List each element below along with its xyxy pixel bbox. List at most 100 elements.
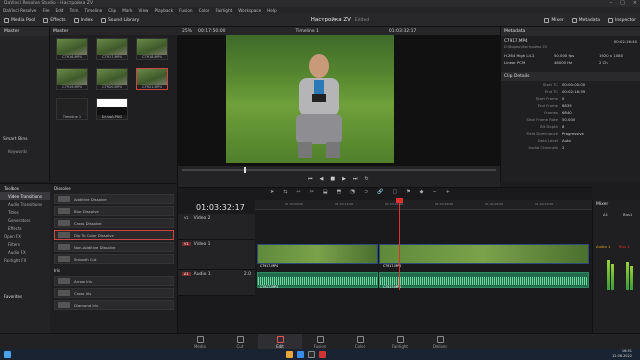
menu-item[interactable]: File xyxy=(42,8,49,13)
taskbar-app-icon[interactable] xyxy=(286,351,293,358)
zoom-level[interactable]: 25% xyxy=(182,29,192,34)
menu-item[interactable]: View xyxy=(139,8,149,13)
track-header-a1[interactable]: A1 Audio 1 2.0 xyxy=(178,270,255,296)
menu-item[interactable]: Color xyxy=(199,8,210,13)
metadata-header: Metadata xyxy=(501,27,640,36)
menu-item[interactable]: Fusion xyxy=(179,8,192,13)
mixer-button[interactable]: Mixer xyxy=(540,17,567,23)
menu-item[interactable]: Clip xyxy=(108,8,116,13)
snapping-icon[interactable]: ⊃ xyxy=(364,189,368,195)
insert-clip-icon[interactable]: ⬓ xyxy=(323,189,328,195)
keywords-bin[interactable]: Keywords xyxy=(8,149,27,154)
inspector-button[interactable]: Inspector xyxy=(604,17,640,23)
effects-category[interactable]: Audio FX xyxy=(0,248,50,256)
skip-forward-button[interactable]: ⏭ xyxy=(353,176,358,182)
menu-item[interactable]: Fairlight xyxy=(216,8,233,13)
scrub-bar[interactable] xyxy=(182,169,496,171)
transition-item[interactable]: Smooth Cut xyxy=(54,254,174,264)
minimize-button[interactable]: – xyxy=(610,0,613,7)
transition-item[interactable]: Non-Additive Dissolve xyxy=(54,242,174,252)
selection-tool-icon[interactable]: ➤ xyxy=(270,189,274,195)
menu-item[interactable]: Timeline xyxy=(84,8,102,13)
metadata-button[interactable]: Metadata xyxy=(568,17,604,23)
loop-button[interactable]: ↻ xyxy=(364,176,368,182)
page-tab-cut[interactable]: Cut xyxy=(218,334,262,350)
edit-index-button[interactable]: Index xyxy=(70,17,97,23)
effects-category[interactable]: Titles xyxy=(0,208,50,216)
page-tab-color[interactable]: Color xyxy=(338,334,382,350)
clip-thumbnail[interactable]: Timeline 1 xyxy=(56,98,88,120)
sound-library-button[interactable]: Sound Library xyxy=(97,17,143,23)
transition-item[interactable]: Blur Dissolve xyxy=(54,206,174,216)
transition-item[interactable]: Cross Dissolve xyxy=(54,218,174,228)
clip-thumbnail[interactable]: C7920.MP4 xyxy=(96,68,128,90)
timeline-name[interactable]: Timeline 1 xyxy=(295,29,318,34)
transition-item[interactable]: Additive Dissolve xyxy=(54,194,174,204)
position-lock-icon[interactable]: ▢ xyxy=(392,189,397,195)
transition-item[interactable]: Dip To Color Dissolve xyxy=(54,230,174,240)
clip-thumbnail[interactable]: C7918.MP4 xyxy=(136,38,168,60)
menu-item[interactable]: DaVinci Resolve xyxy=(3,8,36,13)
effects-category[interactable]: Video Transitions xyxy=(0,192,50,200)
toolbox-header[interactable]: Toolbox xyxy=(0,184,50,192)
transition-item[interactable]: Arrow Iris xyxy=(54,276,174,286)
skip-back-button[interactable]: ⏮ xyxy=(308,176,313,182)
transition-item[interactable]: Diamond Iris xyxy=(54,300,174,310)
page-tab-fairlight[interactable]: Fairlight xyxy=(378,334,422,350)
effects-button[interactable]: Effects xyxy=(39,17,69,23)
menu-item[interactable]: Mark xyxy=(122,8,132,13)
track-header-v1[interactable]: V1 Video 1 xyxy=(178,240,255,270)
page-tab-deliver[interactable]: Deliver xyxy=(418,334,462,350)
clip-thumbnail[interactable]: Белый.PNG xyxy=(96,98,128,120)
transition-item[interactable]: Cross Iris xyxy=(54,288,174,298)
media-pool-button[interactable]: Media Pool xyxy=(0,17,39,23)
track-header-v2[interactable]: V2 Video 2 xyxy=(178,214,255,240)
maximize-button[interactable]: □ xyxy=(620,0,625,7)
clock[interactable]: 16:51 12.06.2022 xyxy=(612,349,632,359)
marker-icon[interactable]: ◆ xyxy=(420,189,424,195)
clip-thumbnail[interactable]: C7921.MP4 xyxy=(136,68,168,90)
effects-category[interactable]: Effects xyxy=(0,224,50,232)
clip-thumbnail[interactable]: C7916.MP4 xyxy=(56,38,88,60)
stop-button[interactable]: ■ xyxy=(330,176,335,182)
video-clip[interactable] xyxy=(257,244,378,264)
dynamic-trim-icon[interactable]: ⇿ xyxy=(296,189,300,195)
menu-item[interactable]: Help xyxy=(267,8,277,13)
blade-tool-icon[interactable]: ✂ xyxy=(310,189,314,195)
clip-thumbnail[interactable]: C7919.MP4 xyxy=(56,68,88,90)
effects-category[interactable]: Fairlight FX xyxy=(0,256,50,264)
menu-item[interactable]: Playback xyxy=(154,8,173,13)
start-icon[interactable] xyxy=(4,351,11,358)
close-button[interactable]: × xyxy=(633,0,637,7)
audio-clip[interactable] xyxy=(379,272,589,288)
replace-clip-icon[interactable]: ⬔ xyxy=(350,189,355,195)
zoom-in-icon[interactable]: + xyxy=(446,189,450,195)
trim-tool-icon[interactable]: ⇆ xyxy=(283,189,287,195)
effects-category[interactable]: Filters xyxy=(0,240,50,248)
scrub-handle[interactable] xyxy=(244,167,246,173)
video-clip[interactable] xyxy=(379,244,589,264)
menu-item[interactable]: Edit xyxy=(55,8,63,13)
taskbar-app-icon[interactable] xyxy=(297,351,304,358)
effects-category[interactable]: Generators xyxy=(0,216,50,224)
overwrite-clip-icon[interactable]: ⬒ xyxy=(337,189,342,195)
master-bin[interactable]: Master xyxy=(0,27,49,36)
taskbar-app-icon[interactable] xyxy=(308,351,315,358)
taskbar-app-icon[interactable] xyxy=(319,351,326,358)
page-tab-media[interactable]: Media xyxy=(178,334,222,350)
playhead[interactable] xyxy=(399,200,400,290)
menu-item[interactable]: Trim xyxy=(70,8,79,13)
zoom-out-icon[interactable]: − xyxy=(433,189,437,195)
effects-category[interactable]: Open FX xyxy=(0,232,50,240)
page-tab-fusion[interactable]: Fusion xyxy=(298,334,342,350)
play-reverse-button[interactable]: ◀ xyxy=(320,176,324,182)
timeline-ruler[interactable]: 01:03:00:00 01:03:16:00 01:03:32:00 01:03:4… xyxy=(255,200,592,210)
menu-item[interactable]: Workspace xyxy=(238,8,261,13)
page-tab-edit[interactable]: Edit xyxy=(258,334,302,350)
linked-selection-icon[interactable]: 🔗 xyxy=(377,189,383,195)
effects-category[interactable]: Audio Transitions xyxy=(0,200,50,208)
favorites-header[interactable]: Favorites xyxy=(0,292,50,300)
flag-icon[interactable]: ⚑ xyxy=(406,189,410,195)
play-button[interactable]: ▶ xyxy=(342,176,346,182)
clip-thumbnail[interactable]: C7917.MP4 xyxy=(96,38,128,60)
